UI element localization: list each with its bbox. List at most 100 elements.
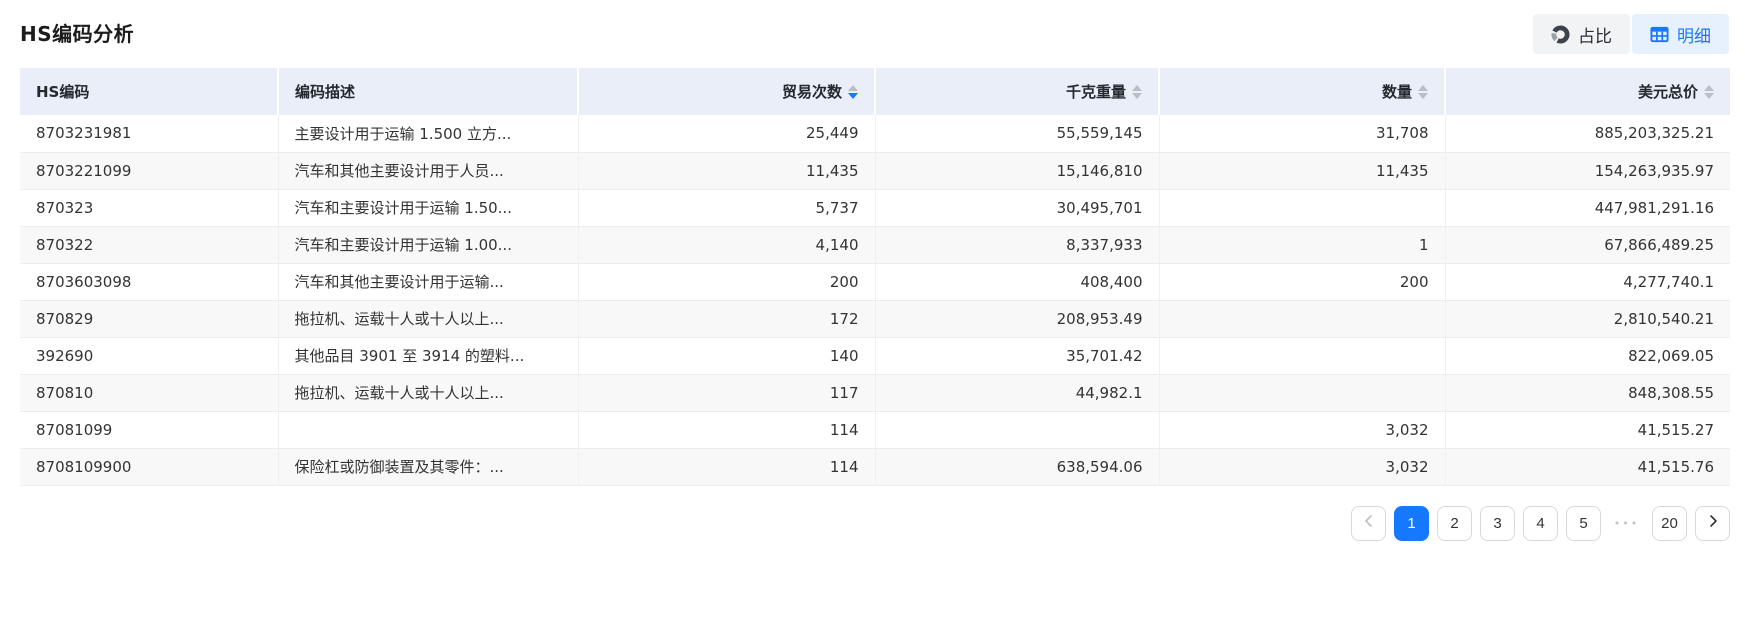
cell-r6-c5: 822,069.05 [1445, 337, 1730, 374]
cell-r9-c4: 3,032 [1159, 448, 1445, 485]
cell-r7-c5: 848,308.55 [1445, 374, 1730, 411]
cell-r8-c0: 87081099 [20, 411, 278, 448]
cell-r6-c1: 其他品目 3901 至 3914 的塑料... [278, 337, 578, 374]
caret-down-icon [1132, 93, 1142, 99]
cell-r5-c4 [1159, 300, 1445, 337]
table-row: 870322汽车和主要设计用于运输 1.00...4,1408,337,9331… [20, 226, 1730, 263]
column-header-4[interactable]: 数量 [1159, 68, 1445, 115]
caret-up-icon [1418, 85, 1428, 91]
table-row: 8703603098汽车和其他主要设计用于运输...200408,4002004… [20, 263, 1730, 300]
table-row: 870323汽车和主要设计用于运输 1.50...5,73730,495,701… [20, 189, 1730, 226]
proportion-view-label: 占比 [1578, 22, 1612, 47]
caret-down-icon [1418, 93, 1428, 99]
cell-r0-c2: 25,449 [578, 115, 875, 152]
cell-r9-c2: 114 [578, 448, 875, 485]
cell-r2-c2: 5,737 [578, 189, 875, 226]
pagination-ellipsis[interactable]: ••• [1609, 506, 1644, 541]
detail-view-label: 明细 [1677, 22, 1711, 47]
cell-r5-c5: 2,810,540.21 [1445, 300, 1730, 337]
cell-r0-c0: 8703231981 [20, 115, 278, 152]
column-header-2[interactable]: 贸易次数 [578, 68, 875, 115]
cell-r4-c3: 408,400 [875, 263, 1159, 300]
table-body: 8703231981主要设计用于运输 1.500 立方...25,44955,5… [20, 115, 1730, 485]
pagination-page-5[interactable]: 5 [1566, 506, 1601, 541]
cell-r8-c5: 41,515.27 [1445, 411, 1730, 448]
page-title: HS编码分析 [20, 14, 134, 47]
cell-r8-c4: 3,032 [1159, 411, 1445, 448]
cell-r9-c1: 保险杠或防御装置及其零件：... [278, 448, 578, 485]
cell-r8-c2: 114 [578, 411, 875, 448]
cell-r1-c0: 8703221099 [20, 152, 278, 189]
hs-code-analysis-panel: HS编码分析 占比 [0, 0, 1745, 619]
table-row: 392690其他品目 3901 至 3914 的塑料...14035,701.4… [20, 337, 1730, 374]
cell-r7-c1: 拖拉机、运载十人或十人以上... [278, 374, 578, 411]
caret-down-icon [1704, 93, 1714, 99]
pagination-prev-button[interactable] [1351, 506, 1386, 541]
cell-r9-c3: 638,594.06 [875, 448, 1159, 485]
cell-r2-c3: 30,495,701 [875, 189, 1159, 226]
column-header-1: 编码描述 [278, 68, 578, 115]
chevron-right-icon [1706, 514, 1720, 532]
caret-up-icon [848, 85, 858, 91]
column-label: HS编码 [36, 81, 89, 102]
cell-r0-c4: 31,708 [1159, 115, 1445, 152]
column-label: 千克重量 [1066, 81, 1126, 102]
pagination: 12345•••20 [20, 506, 1730, 541]
cell-r4-c1: 汽车和其他主要设计用于运输... [278, 263, 578, 300]
sort-carets-icon[interactable] [1418, 85, 1428, 99]
column-header-0: HS编码 [20, 68, 278, 115]
cell-r5-c3: 208,953.49 [875, 300, 1159, 337]
cell-r7-c3: 44,982.1 [875, 374, 1159, 411]
cell-r3-c0: 870322 [20, 226, 278, 263]
pagination-page-2[interactable]: 2 [1437, 506, 1472, 541]
pagination-page-20[interactable]: 20 [1652, 506, 1687, 541]
column-header-3[interactable]: 千克重量 [875, 68, 1159, 115]
topbar: HS编码分析 占比 [20, 14, 1729, 68]
table-row: 8703231981主要设计用于运输 1.500 立方...25,44955,5… [20, 115, 1730, 152]
caret-down-icon [848, 93, 858, 99]
column-label: 美元总价 [1638, 81, 1698, 102]
cell-r6-c3: 35,701.42 [875, 337, 1159, 374]
cell-r6-c0: 392690 [20, 337, 278, 374]
cell-r3-c4: 1 [1159, 226, 1445, 263]
table-row: 870829拖拉机、运载十人或十人以上...172208,953.492,810… [20, 300, 1730, 337]
column-label: 贸易次数 [782, 81, 842, 102]
cell-r1-c2: 11,435 [578, 152, 875, 189]
sort-carets-icon[interactable] [1132, 85, 1142, 99]
cell-r9-c5: 41,515.76 [1445, 448, 1730, 485]
sort-carets-icon[interactable] [848, 85, 858, 99]
column-label: 编码描述 [295, 81, 355, 102]
cell-r6-c2: 140 [578, 337, 875, 374]
cell-r3-c2: 4,140 [578, 226, 875, 263]
caret-up-icon [1132, 85, 1142, 91]
table-header-row: HS编码 编码描述 贸易次数 千克重量 数量 美元总价 [20, 68, 1730, 115]
table-icon [1650, 25, 1669, 44]
cell-r1-c4: 11,435 [1159, 152, 1445, 189]
chevron-left-icon [1362, 514, 1376, 532]
pagination-page-1[interactable]: 1 [1394, 506, 1429, 541]
column-header-5[interactable]: 美元总价 [1445, 68, 1730, 115]
table-row: 870810拖拉机、运载十人或十人以上...11744,982.1848,308… [20, 374, 1730, 411]
column-label: 数量 [1382, 81, 1412, 102]
cell-r1-c1: 汽车和其他主要设计用于人员... [278, 152, 578, 189]
cell-r2-c1: 汽车和主要设计用于运输 1.50... [278, 189, 578, 226]
cell-r8-c1 [278, 411, 578, 448]
cell-r3-c3: 8,337,933 [875, 226, 1159, 263]
pagination-page-3[interactable]: 3 [1480, 506, 1515, 541]
cell-r3-c5: 67,866,489.25 [1445, 226, 1730, 263]
donut-chart-icon [1551, 25, 1570, 44]
detail-view-button[interactable]: 明细 [1632, 14, 1729, 54]
cell-r2-c5: 447,981,291.16 [1445, 189, 1730, 226]
cell-r5-c1: 拖拉机、运载十人或十人以上... [278, 300, 578, 337]
cell-r1-c3: 15,146,810 [875, 152, 1159, 189]
cell-r1-c5: 154,263,935.97 [1445, 152, 1730, 189]
pagination-page-4[interactable]: 4 [1523, 506, 1558, 541]
cell-r9-c0: 8708109900 [20, 448, 278, 485]
sort-carets-icon[interactable] [1704, 85, 1714, 99]
pagination-next-button[interactable] [1695, 506, 1730, 541]
cell-r4-c0: 8703603098 [20, 263, 278, 300]
proportion-view-button[interactable]: 占比 [1533, 14, 1630, 54]
cell-r7-c2: 117 [578, 374, 875, 411]
cell-r5-c0: 870829 [20, 300, 278, 337]
table-row: 8708109900保险杠或防御装置及其零件：...114638,594.063… [20, 448, 1730, 485]
